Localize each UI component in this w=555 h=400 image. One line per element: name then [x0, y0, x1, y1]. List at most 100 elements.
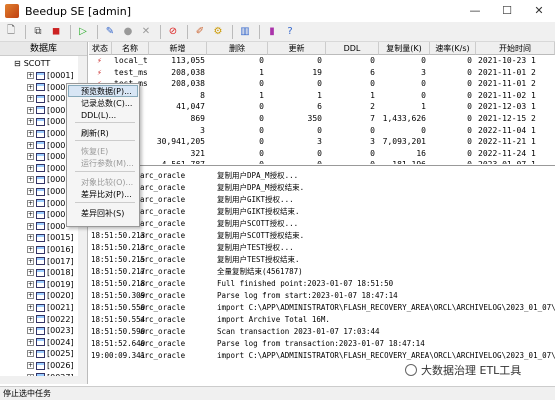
- tree-item[interactable]: + [0017]: [27, 256, 74, 267]
- expand-icon[interactable]: +: [27, 269, 34, 277]
- grid-cell[interactable]: 2021-11-01 2: [478, 67, 553, 78]
- grid-cell[interactable]: 0: [270, 55, 322, 66]
- tree-item[interactable]: + [0001]: [27, 70, 74, 81]
- grid-cell[interactable]: 0: [209, 55, 264, 66]
- expand-icon[interactable]: +: [27, 72, 34, 79]
- context-menu-item[interactable]: 运行参数(M)...: [81, 158, 134, 170]
- grid-cell[interactable]: 0: [432, 136, 472, 147]
- tree-item[interactable]: + [000: [27, 151, 65, 162]
- tree-item[interactable]: + [0024]: [27, 337, 74, 348]
- expand-icon[interactable]: +: [27, 95, 34, 103]
- context-menu-item[interactable]: 对象比较(O)...: [81, 177, 133, 189]
- grid-cell[interactable]: 0: [432, 90, 472, 101]
- play-icon[interactable]: ▷: [75, 24, 91, 40]
- grid-cell[interactable]: 1,433,626: [381, 113, 426, 124]
- grid-cell[interactable]: 1: [381, 101, 426, 112]
- tree-root-scott[interactable]: ⊟ SCOTT: [14, 58, 50, 69]
- grid-cell[interactable]: 6: [270, 101, 322, 112]
- grid-cell[interactable]: 0: [432, 55, 472, 66]
- tree-item[interactable]: + [000: [27, 163, 65, 174]
- grid-cell[interactable]: 181,196: [381, 159, 426, 164]
- grid-cell[interactable]: 2: [328, 101, 375, 112]
- tree-item[interactable]: + [0019]: [27, 279, 74, 290]
- grid-cell[interactable]: 30,941,205: [151, 136, 205, 147]
- grid-cell[interactable]: 6: [328, 67, 375, 78]
- close-button[interactable]: ✕: [524, 0, 554, 22]
- expand-icon[interactable]: +: [27, 141, 34, 149]
- expand-icon[interactable]: +: [27, 222, 34, 230]
- expand-icon[interactable]: +: [27, 292, 34, 300]
- expand-icon[interactable]: +: [27, 338, 34, 346]
- grid-cell[interactable]: 0: [209, 125, 264, 136]
- grid-cell[interactable]: 0: [270, 78, 322, 89]
- grid-cell[interactable]: 0: [328, 55, 375, 66]
- grid-cell[interactable]: 4,561,787: [151, 159, 205, 164]
- context-menu-item[interactable]: 刷新(R): [81, 128, 109, 140]
- context-menu-item[interactable]: 记录总数(C)...: [81, 98, 132, 110]
- tree-item[interactable]: + [000: [27, 128, 65, 139]
- grid-cell[interactable]: 41,047: [151, 101, 205, 112]
- expand-icon[interactable]: +: [27, 199, 34, 207]
- expand-icon[interactable]: +: [27, 362, 34, 369]
- grid-cell[interactable]: 2021-10-23 1: [478, 55, 553, 66]
- copy-icon[interactable]: ⧉: [30, 24, 46, 40]
- grid-cell[interactable]: 3: [328, 136, 375, 147]
- grid-cell[interactable]: 321: [151, 148, 205, 159]
- grid-cell[interactable]: 7,093,201: [381, 136, 426, 147]
- record-icon[interactable]: ●: [120, 24, 136, 40]
- grid-cell[interactable]: 0: [381, 90, 426, 101]
- tree-item[interactable]: + [000: [27, 174, 65, 185]
- grid-cell[interactable]: 0: [209, 78, 264, 89]
- grid-cell[interactable]: 0: [381, 55, 426, 66]
- grid-cell[interactable]: 0: [432, 159, 472, 164]
- grid-cell[interactable]: test_mssql1: [114, 67, 147, 78]
- grid-cell[interactable]: 16: [381, 148, 426, 159]
- grid-cell[interactable]: 350: [270, 113, 322, 124]
- expand-icon[interactable]: +: [27, 188, 34, 195]
- tree-item[interactable]: + [000: [27, 116, 65, 127]
- grid-cell[interactable]: 0: [381, 125, 426, 136]
- maximize-button[interactable]: ☐: [492, 0, 522, 22]
- grid-cell[interactable]: 0: [432, 67, 472, 78]
- expand-icon[interactable]: +: [27, 83, 34, 91]
- chart-icon[interactable]: ▥: [237, 24, 253, 40]
- expand-icon[interactable]: +: [27, 257, 34, 265]
- expand-icon[interactable]: +: [27, 327, 34, 335]
- grid-cell[interactable]: 19: [270, 67, 322, 78]
- column-header[interactable]: 新增: [149, 42, 207, 55]
- tree-item[interactable]: + [000: [27, 209, 65, 220]
- grid-cell[interactable]: local_test: [114, 55, 147, 66]
- column-header[interactable]: DDL: [326, 42, 379, 55]
- expand-icon[interactable]: +: [27, 176, 34, 184]
- grid-cell[interactable]: 0: [209, 113, 264, 124]
- expand-icon[interactable]: +: [27, 304, 34, 311]
- grid-cell[interactable]: 1: [328, 90, 375, 101]
- expand-icon[interactable]: +: [27, 280, 34, 288]
- tree-item[interactable]: + [000: [27, 93, 65, 104]
- expand-icon[interactable]: +: [27, 106, 34, 114]
- grid-cell[interactable]: 3: [381, 67, 426, 78]
- grid-cell[interactable]: 7: [328, 113, 375, 124]
- grid-cell[interactable]: 208,038: [151, 67, 205, 78]
- context-menu-item[interactable]: DDL(L)...: [81, 110, 116, 122]
- grid-cell[interactable]: 0: [209, 148, 264, 159]
- context-menu-item[interactable]: 恢复(E): [81, 146, 108, 158]
- grid-cell[interactable]: 0: [432, 125, 472, 136]
- grid-cell[interactable]: 2023-01-07 1: [478, 159, 553, 164]
- grid-cell[interactable]: 2022-11-04 1: [478, 125, 553, 136]
- grid-cell[interactable]: 3: [151, 125, 205, 136]
- config-icon[interactable]: ⚙: [210, 24, 226, 40]
- tree-item[interactable]: + [000: [27, 198, 65, 209]
- grid-cell[interactable]: 208,038: [151, 78, 205, 89]
- grid-cell[interactable]: 0: [432, 148, 472, 159]
- tree-item[interactable]: + [000: [27, 140, 65, 151]
- grid-cell[interactable]: 0: [328, 148, 375, 159]
- grid-cell[interactable]: 0: [209, 159, 264, 164]
- grid-cell[interactable]: 0: [432, 101, 472, 112]
- horizontal-scrollbar[interactable]: [0, 376, 87, 384]
- grid-cell[interactable]: 2021-12-15 2: [478, 113, 553, 124]
- grid-cell[interactable]: 0: [209, 136, 264, 147]
- tree-item[interactable]: + [0018]: [27, 267, 74, 278]
- grid-cell[interactable]: 2022-11-24 1: [478, 148, 553, 159]
- tree-item[interactable]: + [0026]: [27, 360, 74, 371]
